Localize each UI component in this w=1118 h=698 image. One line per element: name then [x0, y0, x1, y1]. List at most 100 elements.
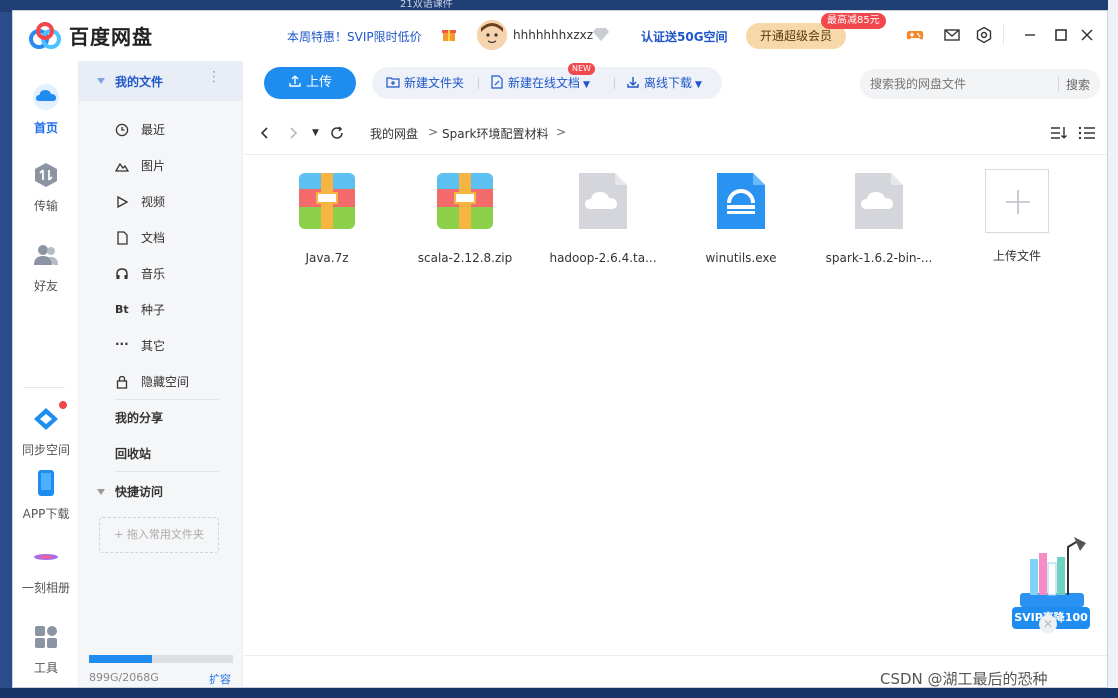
upload-label: 上传 — [305, 75, 332, 90]
offline-download-button[interactable]: 离线下载 ▼ — [626, 67, 702, 99]
svip-promo-float[interactable]: SVIP直降100 ✕ — [1012, 533, 1092, 633]
search-divider — [1058, 77, 1059, 91]
toolbar-divider — [614, 77, 615, 89]
new-folder-button[interactable]: 新建文件夹 — [386, 67, 464, 99]
sidebar-label-hidden-space: 隐藏空间 — [141, 375, 190, 389]
file-item[interactable]: spark-1.6.2-bin-... — [814, 169, 944, 265]
close-icon[interactable]: ✕ — [1039, 615, 1057, 633]
file-item[interactable]: Java.7z — [262, 169, 392, 265]
breadcrumb-current[interactable]: Spark环境配置材料 — [442, 125, 548, 142]
file-name: scala-2.12.8.zip — [417, 251, 513, 265]
sidebar-item-images[interactable]: 图片 — [79, 148, 243, 184]
list-view-icon[interactable] — [1078, 125, 1096, 141]
search-box: 搜索 — [860, 69, 1100, 99]
sidebar-label-recent: 最近 — [141, 123, 166, 137]
rail-item-transfer[interactable]: 传输 — [13, 161, 79, 214]
file-item[interactable]: hadoop-2.6.4.ta... — [538, 169, 668, 265]
chevron-down-icon: ▼ — [583, 80, 590, 90]
app-window: 百度网盘 本周特惠！SVIP限时低价 hhhhhhhxzxz 认证送50G空间 … — [12, 10, 1108, 688]
desktop-right-strip — [1108, 0, 1118, 698]
gift-icon[interactable] — [441, 26, 457, 42]
sort-icon[interactable] — [1050, 125, 1068, 141]
rail-label-app-download: APP下载 — [22, 507, 70, 521]
sidebar-label-videos: 视频 — [141, 195, 166, 209]
plus-icon — [1006, 190, 1030, 214]
sidebar-item-videos[interactable]: 视频 — [79, 184, 243, 220]
sidebar-item-recent[interactable]: 最近 — [79, 112, 243, 148]
sidebar-item-recycle-bin[interactable]: 回收站 — [79, 436, 243, 472]
mail-icon[interactable] — [943, 26, 961, 44]
back-arrow-icon[interactable] — [258, 126, 272, 140]
sidebar-item-documents[interactable]: 文档 — [79, 220, 243, 256]
doc-edit-icon — [491, 75, 503, 89]
sidebar-item-other[interactable]: ··· 其它 — [79, 328, 243, 364]
play-icon — [117, 195, 129, 209]
forward-arrow-icon[interactable] — [286, 126, 300, 140]
sidebar-item-quick-access[interactable]: 快捷访问 — [79, 474, 243, 510]
album-icon — [34, 554, 58, 560]
more-vertical-icon[interactable]: ⋮ — [207, 69, 221, 85]
settings-icon[interactable] — [975, 26, 993, 44]
rail-item-sync[interactable]: 同步空间 — [13, 405, 79, 458]
rail-item-home[interactable]: 首页 — [13, 83, 79, 136]
sidebar-item-hidden-space[interactable]: 隐藏空间 — [79, 364, 243, 400]
toolbar-group: 新建文件夹 新建在线文档 ▼ 离线下载 ▼ — [372, 67, 722, 99]
expand-storage-link[interactable]: 扩容 — [209, 671, 231, 687]
file-name: spark-1.6.2-bin-... — [825, 251, 933, 265]
sidebar-divider — [115, 471, 219, 472]
diamond-icon[interactable] — [593, 27, 609, 41]
breadcrumb-root[interactable]: 我的网盘 — [370, 125, 418, 142]
search-button[interactable]: 搜索 — [1066, 76, 1090, 93]
tools-icon — [35, 626, 57, 648]
my-files-header[interactable]: 我的文件 ⋮ — [79, 61, 243, 101]
rail-label-album: 一刻相册 — [21, 581, 70, 595]
promo-link[interactable]: 本周特惠！SVIP限时低价 — [287, 28, 422, 45]
status-divider — [244, 655, 1107, 656]
download-icon — [627, 77, 639, 88]
toolbar-divider — [478, 77, 479, 89]
sidebar-label-torrents: 种子 — [141, 303, 166, 317]
caret-down-icon — [97, 78, 105, 84]
close-icon[interactable] — [1078, 26, 1096, 44]
file-grid: Java.7z scala-2.12.8.zip hadoop-2.6.4.ta… — [244, 155, 1107, 595]
upload-button[interactable]: 上传 — [264, 67, 356, 99]
rail-label-home: 首页 — [33, 121, 58, 135]
sidebar-label-other: 其它 — [141, 339, 166, 353]
quick-access-drop-zone[interactable]: + 拖入常用文件夹 — [99, 517, 219, 553]
unknown-file-icon — [855, 173, 903, 229]
headphones-icon — [116, 268, 128, 279]
sidebar-item-torrents[interactable]: Bt 种子 — [79, 292, 243, 328]
file-item[interactable]: scala-2.12.8.zip — [400, 169, 530, 265]
verify-link[interactable]: 认证送50G空间 — [641, 28, 728, 45]
cloud-home-icon — [33, 84, 59, 110]
file-name: hadoop-2.6.4.ta... — [549, 251, 657, 265]
rail-item-app-download[interactable]: APP下载 — [13, 469, 79, 522]
sidebar-item-music[interactable]: 音乐 — [79, 256, 243, 292]
image-icon — [115, 162, 129, 172]
username[interactable]: hhhhhhhxzxz — [513, 28, 593, 42]
main-panel: 上传 新建文件夹 新建在线文档▼ 离线下载▼ NEW 搜索 ▼ — [244, 61, 1107, 687]
avatar[interactable] — [477, 20, 507, 50]
file-item[interactable]: winutils.exe — [676, 169, 806, 265]
rail-item-friends[interactable]: 好友 — [13, 241, 79, 294]
sidebar-item-my-share[interactable]: 我的分享 — [79, 400, 243, 436]
clock-icon — [115, 123, 129, 137]
search-input[interactable] — [870, 75, 1050, 93]
upload-icon — [289, 75, 301, 87]
phone-icon — [38, 470, 54, 496]
rail-item-tools[interactable]: 工具 — [13, 623, 79, 676]
game-icon[interactable] — [906, 26, 924, 44]
minimize-icon[interactable] — [1021, 26, 1039, 44]
upload-file-tile[interactable]: 上传文件 — [952, 169, 1082, 264]
file-name: Java.7z — [305, 251, 349, 265]
rail-item-album[interactable]: 一刻相册 — [13, 543, 79, 596]
maximize-icon[interactable] — [1052, 26, 1070, 44]
folder-plus-icon — [386, 77, 400, 88]
file-name: winutils.exe — [705, 251, 777, 265]
friends-icon — [34, 245, 58, 265]
history-dropdown-icon[interactable]: ▼ — [312, 126, 326, 140]
sidebar-label-my-share: 我的分享 — [115, 411, 164, 425]
refresh-icon[interactable] — [330, 126, 344, 140]
storage-quota-text: 899G/2068G — [89, 671, 159, 684]
sidebar-label-documents: 文档 — [141, 231, 166, 245]
